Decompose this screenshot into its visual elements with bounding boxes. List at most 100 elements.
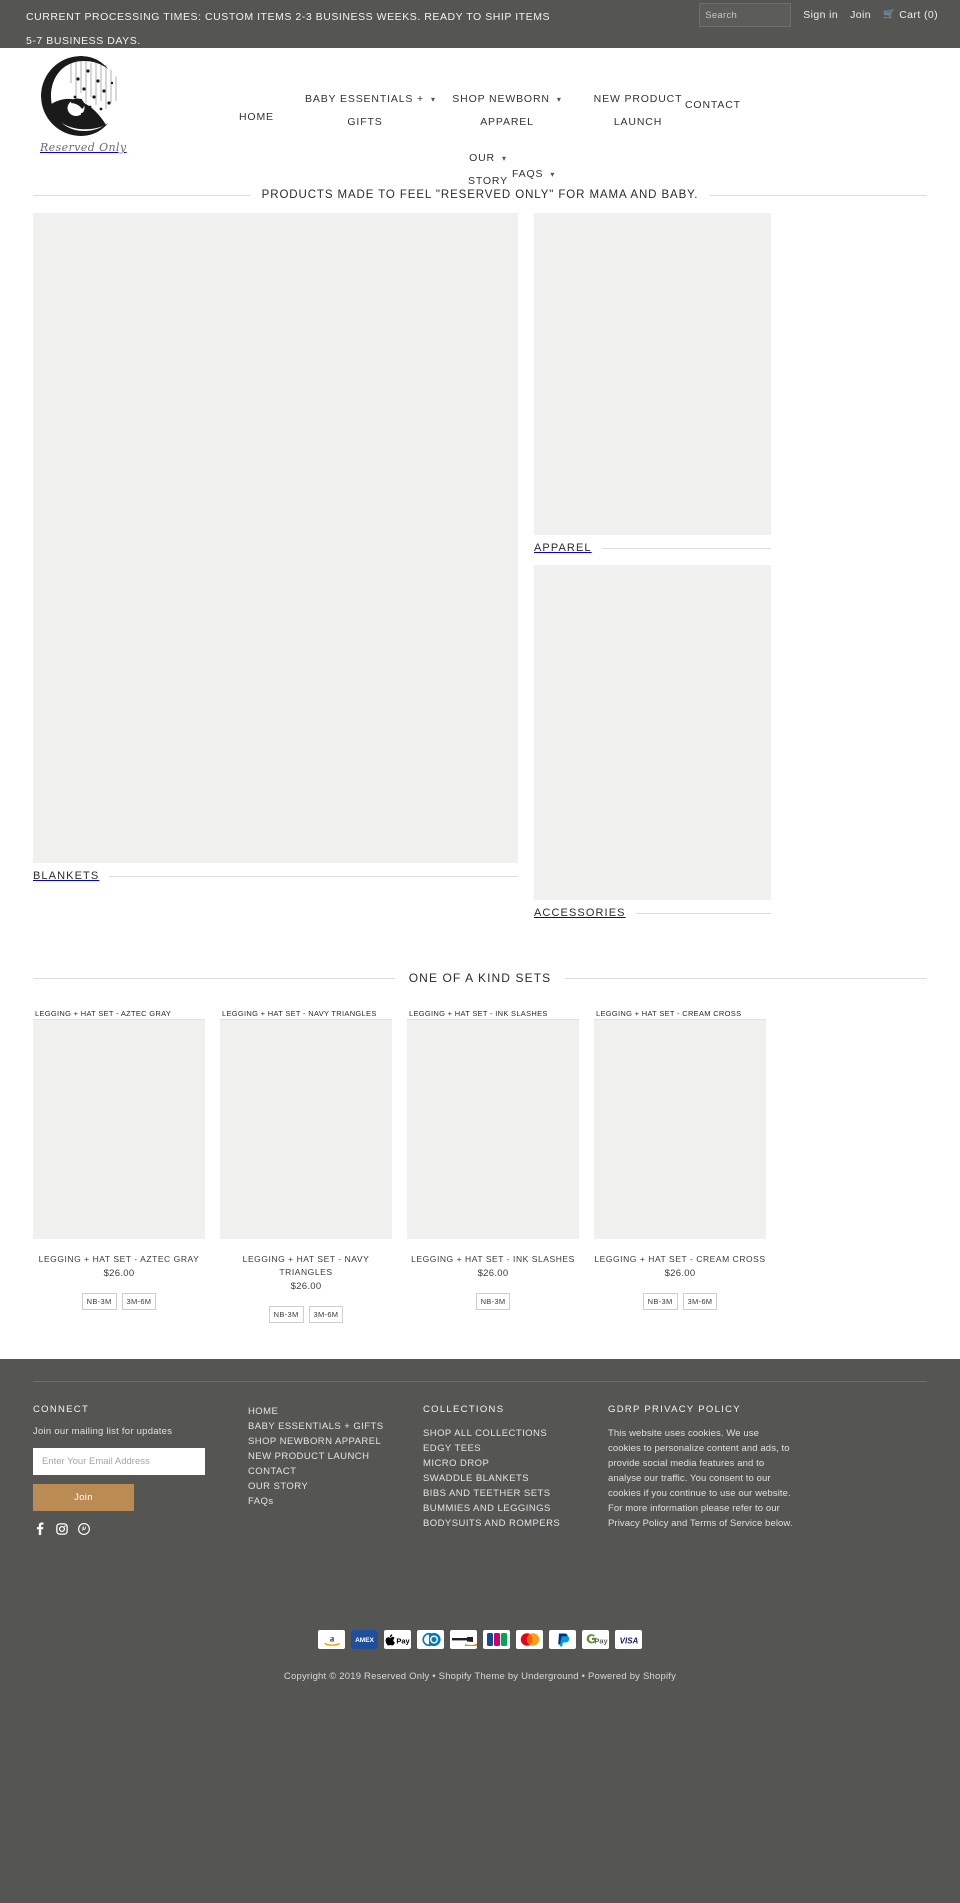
footer-link-our-story[interactable]: OUR STORY — [248, 1479, 423, 1494]
collections-grid: BLANKETS APPAREL ACCESSORIES — [33, 213, 927, 958]
product-quickview-label[interactable]: LEGGING + HAT SET - CREAM CROSS — [594, 1007, 766, 1020]
footer-collection-edgy-tees[interactable]: EDGY TEES — [423, 1441, 608, 1456]
product-quickview-label[interactable]: LEGGING + HAT SET - NAVY TRIANGLES — [220, 1007, 392, 1020]
product-title[interactable]: LEGGING + HAT SET - NAVY TRIANGLES — [220, 1253, 392, 1279]
footer-column-gdpr: GDRP PRIVACY POLICY This website uses co… — [608, 1404, 793, 1535]
size-option[interactable]: 3M-6M — [682, 1293, 718, 1310]
product-title[interactable]: LEGGING + HAT SET - AZTEC GRAY — [33, 1253, 205, 1266]
featured-section-title: ONE OF A KIND SETS — [408, 971, 552, 985]
visa-icon: VISA — [615, 1630, 642, 1649]
size-option[interactable]: NB-3M — [81, 1293, 117, 1310]
label-rule — [601, 547, 771, 549]
jcb-icon — [483, 1630, 510, 1649]
chevron-down-icon: ▾ — [550, 170, 556, 179]
email-field[interactable] — [33, 1448, 205, 1475]
size-option[interactable]: 3M-6M — [308, 1306, 344, 1323]
footer-column-connect: CONNECT Join our mailing list for update… — [33, 1404, 248, 1535]
collection-tile-apparel[interactable]: APPAREL — [534, 213, 771, 561]
payment-methods: a AMEX Pay Pay VISA — [33, 1630, 927, 1649]
nav-item-home[interactable]: HOME — [239, 111, 274, 123]
product-image-wrap[interactable]: LEGGING + HAT SET - CREAM CROSS — [594, 1007, 766, 1239]
product-size-options: NB-3M 3M-6M — [33, 1293, 205, 1310]
collection-image-accessories — [534, 565, 771, 900]
sign-in-link[interactable]: Sign in — [803, 9, 838, 21]
size-option[interactable]: NB-3M — [642, 1293, 678, 1310]
tagline-text: PRODUCTS MADE TO FEEL "RESERVED ONLY" FO… — [261, 189, 699, 201]
collection-label-row: ACCESSORIES — [534, 900, 771, 926]
footer-link-new-product-launch[interactable]: NEW PRODUCT LAUNCH — [248, 1449, 423, 1464]
nav-item-faqs[interactable]: FAQS ▾ — [512, 168, 555, 180]
diners-club-icon — [417, 1630, 444, 1649]
nav-item-new-product-launch[interactable]: NEW PRODUCT LAUNCH — [583, 88, 693, 134]
mastercard-icon — [516, 1630, 543, 1649]
product-image-wrap[interactable]: LEGGING + HAT SET - NAVY TRIANGLES — [220, 1007, 392, 1239]
collection-label-accessories: ACCESSORIES — [534, 907, 626, 919]
product-title[interactable]: LEGGING + HAT SET - INK SLASHES — [407, 1253, 579, 1266]
social-links — [33, 1522, 248, 1535]
paypal-icon — [549, 1630, 576, 1649]
footer-collection-micro-drop[interactable]: MICRO DROP — [423, 1456, 608, 1471]
footer-top-rule — [33, 1381, 927, 1382]
label-rule — [635, 912, 771, 914]
footer-link-baby-essentials-gifts[interactable]: BABY ESSENTIALS + GIFTS — [248, 1419, 423, 1434]
copyright-text[interactable]: Copyright © 2019 Reserved Only • Shopify… — [33, 1671, 927, 1696]
nav-item-contact[interactable]: CONTACT — [685, 99, 741, 111]
size-option[interactable]: NB-3M — [475, 1293, 511, 1310]
moon-baby-logo-icon — [40, 53, 122, 144]
collection-tile-accessories[interactable]: ACCESSORIES — [534, 565, 771, 926]
footer-link-home[interactable]: HOME — [248, 1404, 423, 1419]
chevron-down-icon: ▾ — [556, 95, 562, 104]
product-quickview-label[interactable]: LEGGING + HAT SET - AZTEC GRAY — [33, 1007, 205, 1020]
product-image — [33, 1007, 205, 1239]
product-quickview-label[interactable]: LEGGING + HAT SET - INK SLASHES — [407, 1007, 579, 1020]
announcement-line-2: 5-7 BUSINESS DAYS. — [26, 35, 141, 47]
join-link[interactable]: Join — [850, 9, 871, 21]
footer-collection-bibs-teether-sets[interactable]: BIBS AND TEETHER SETS — [423, 1486, 608, 1501]
nav-item-baby-essentials-gifts[interactable]: BABY ESSENTIALS + ▾ GIFTS — [305, 88, 435, 134]
svg-text:Pay: Pay — [594, 1636, 608, 1645]
product-price: $26.00 — [103, 1268, 135, 1279]
join-button[interactable]: Join — [33, 1484, 134, 1511]
logo-wordmark: Reserved Only — [40, 141, 127, 154]
chevron-down-icon: ▾ — [431, 95, 436, 104]
cart-icon: 🛒 — [882, 9, 896, 21]
footer-link-faqs[interactable]: FAQs — [248, 1494, 423, 1509]
nav-item-shop-newborn-apparel[interactable]: SHOP NEWBORN ▾ APPAREL — [447, 88, 567, 134]
product-card[interactable]: LEGGING + HAT SET - NAVY TRIANGLES LEGGI… — [220, 1007, 392, 1323]
pinterest-icon[interactable] — [77, 1522, 90, 1535]
size-option[interactable]: 3M-6M — [121, 1293, 157, 1310]
cart-link[interactable]: 🛒 Cart (0) — [883, 9, 938, 21]
announcement-text: CURRENT PROCESSING TIMES: CUSTOM ITEMS 2… — [26, 5, 586, 53]
search-input[interactable] — [699, 3, 792, 27]
product-image — [407, 1007, 579, 1239]
announcement-line-1: CURRENT PROCESSING TIMES: CUSTOM ITEMS 2… — [26, 11, 551, 23]
collection-tile-blankets[interactable]: BLANKETS — [33, 213, 518, 889]
svg-text:AMEX: AMEX — [355, 1637, 374, 1644]
google-pay-icon: Pay — [582, 1630, 609, 1649]
footer-link-shop-newborn-apparel[interactable]: SHOP NEWBORN APPAREL — [248, 1434, 423, 1449]
footer-collection-shop-all[interactable]: SHOP ALL COLLECTIONS — [423, 1426, 608, 1441]
facebook-icon[interactable] — [33, 1522, 46, 1535]
product-card[interactable]: LEGGING + HAT SET - INK SLASHES LEGGING … — [407, 1007, 579, 1323]
size-option[interactable]: NB-3M — [268, 1306, 304, 1323]
svg-text:a: a — [329, 1634, 334, 1644]
footer-collection-swaddle-blankets[interactable]: SWADDLE BLANKETS — [423, 1471, 608, 1486]
footer-collection-bummies-leggings[interactable]: BUMMIES AND LEGGINGS — [423, 1501, 608, 1516]
footer-collection-bodysuits-rompers[interactable]: BODYSUITS AND ROMPERS — [423, 1516, 608, 1531]
discover-icon — [450, 1630, 477, 1649]
site-logo[interactable]: Reserved Only — [40, 53, 127, 154]
product-image-wrap[interactable]: LEGGING + HAT SET - INK SLASHES — [407, 1007, 579, 1239]
collection-image-apparel — [534, 213, 771, 535]
product-card[interactable]: LEGGING + HAT SET - CREAM CROSS LEGGING … — [594, 1007, 766, 1323]
product-image — [220, 1007, 392, 1239]
product-card[interactable]: LEGGING + HAT SET - AZTEC GRAY LEGGING +… — [33, 1007, 205, 1323]
product-image-wrap[interactable]: LEGGING + HAT SET - AZTEC GRAY — [33, 1007, 205, 1239]
product-title[interactable]: LEGGING + HAT SET - CREAM CROSS — [594, 1253, 766, 1266]
tagline-divider: PRODUCTS MADE TO FEEL "RESERVED ONLY" FO… — [33, 185, 927, 205]
product-price: $26.00 — [290, 1281, 322, 1292]
product-size-options: NB-3M 3M-6M — [594, 1293, 766, 1310]
instagram-icon[interactable] — [55, 1522, 68, 1535]
footer-connect-title: CONNECT — [33, 1404, 90, 1415]
footer-link-contact[interactable]: CONTACT — [248, 1464, 423, 1479]
product-image — [594, 1007, 766, 1239]
